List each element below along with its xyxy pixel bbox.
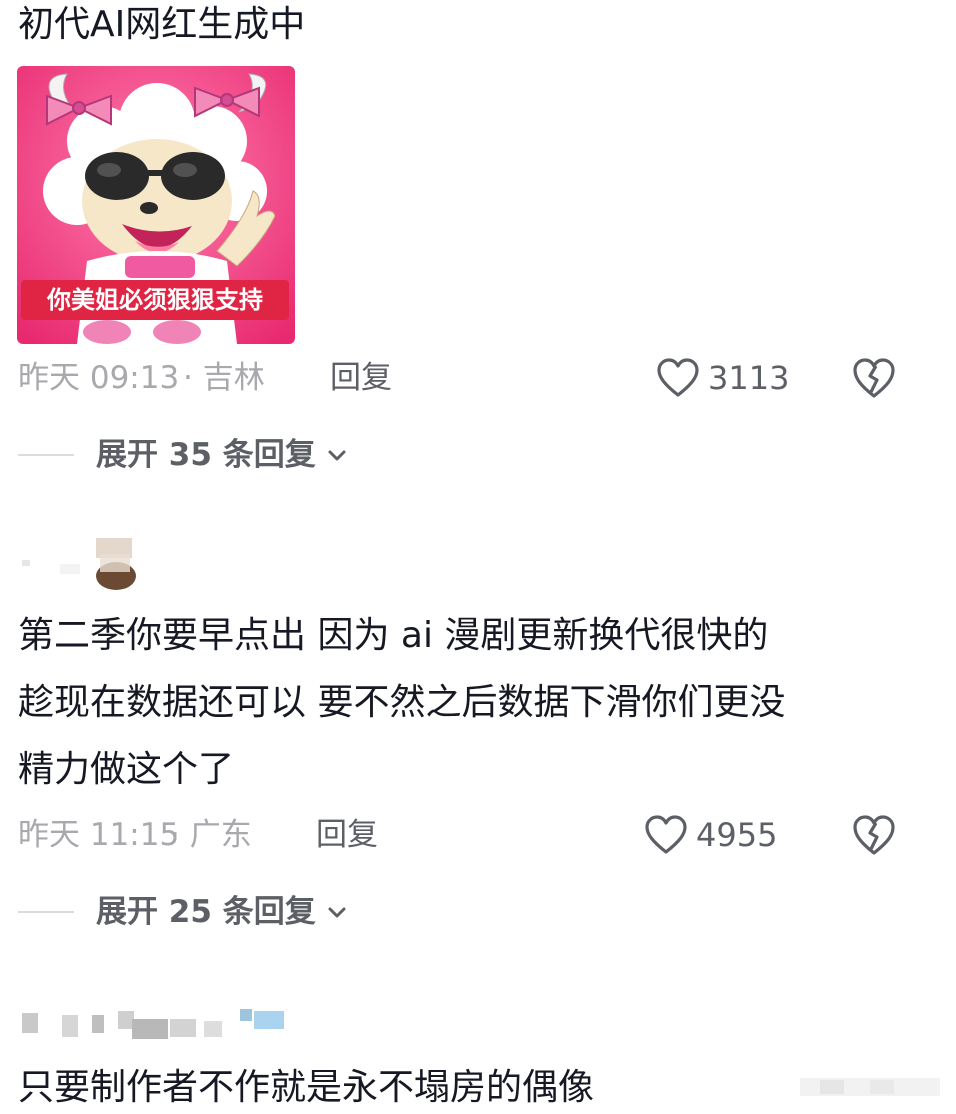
comment-text: 第二季你要早点出 因为 ai 漫剧更新换代很快的 趁现在数据还可以 要不然之后数… (18, 602, 918, 803)
reply-button[interactable]: 回复 (330, 358, 392, 398)
comment-text-line: 趁现在数据还可以 要不然之后数据下滑你们更没 (18, 682, 786, 723)
reply-button[interactable]: 回复 (316, 815, 378, 855)
heart-outline-icon (645, 815, 687, 854)
avatar[interactable] (20, 536, 140, 590)
sticker-caption: 你美姐必须狠狠支持 (21, 280, 289, 320)
broken-heart-icon (853, 815, 895, 855)
expand-replies[interactable]: 展开 25 条回复 (18, 892, 348, 932)
comment-text: 只要制作者不作就是永不塌房的偶像 (18, 1067, 595, 1108)
chevron-down-icon (328, 907, 346, 918)
expand-replies-label: 展开 35 条回复 (96, 437, 316, 473)
blurred-overlay (800, 1078, 940, 1096)
broken-heart-icon (853, 358, 895, 398)
like-count: 3113 (708, 359, 790, 397)
divider-line (18, 454, 74, 456)
dislike-button[interactable] (852, 813, 896, 857)
comment-text-line: 第二季你要早点出 因为 ai 漫剧更新换代很快的 (18, 615, 769, 656)
heart-outline-icon (657, 358, 699, 397)
sticker-image[interactable]: 你美姐必须狠狠支持 (17, 66, 295, 344)
like-button[interactable]: 3113 (656, 358, 789, 398)
expand-replies[interactable]: 展开 35 条回复 (18, 435, 348, 475)
divider-line (18, 911, 74, 913)
comment-location: · 吉林 (183, 360, 265, 396)
comment-text: 初代AI网红生成中 (18, 4, 306, 45)
comment-time: 昨天 11:15 (18, 817, 180, 853)
comment-text-line: 精力做这个了 (18, 749, 235, 790)
comment-time: 昨天 09:13 (18, 360, 180, 396)
dislike-button[interactable] (852, 356, 896, 400)
like-count: 4955 (696, 816, 778, 854)
comment-location: · 广东 (170, 817, 252, 853)
like-button[interactable]: 4955 (644, 815, 777, 855)
avatar[interactable] (20, 1005, 310, 1045)
expand-replies-label: 展开 25 条回复 (96, 894, 316, 930)
chevron-down-icon (328, 450, 346, 461)
